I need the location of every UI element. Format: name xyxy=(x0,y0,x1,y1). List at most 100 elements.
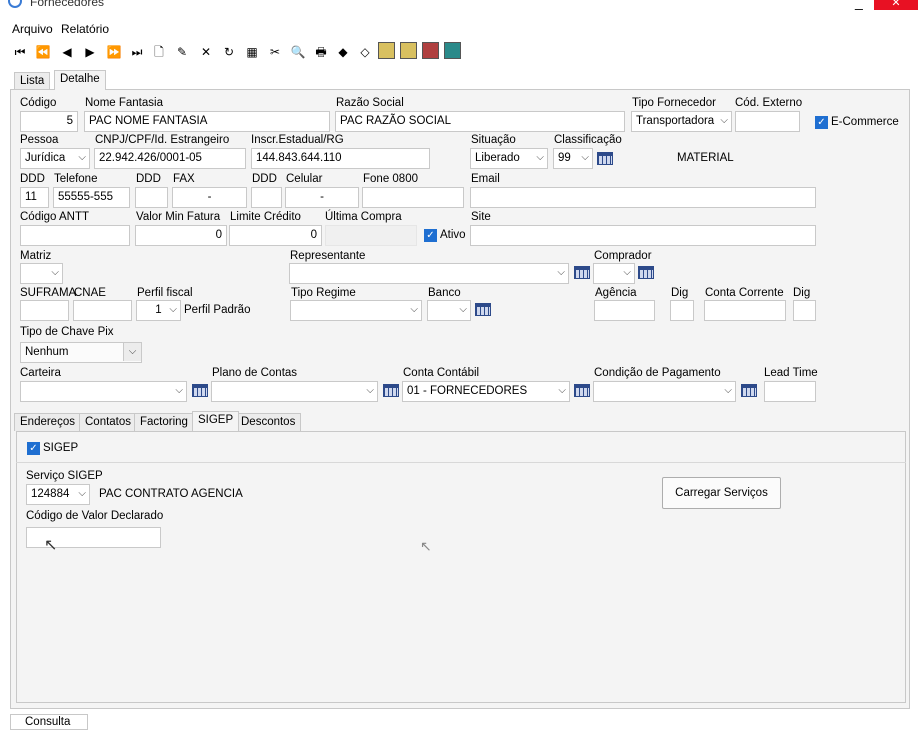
tab-lista[interactable]: Lista xyxy=(14,72,51,90)
previous-icon[interactable]: ◀ xyxy=(59,43,75,61)
minimize-button[interactable]: _ xyxy=(855,0,863,10)
telefone-field[interactable]: 55555-555 xyxy=(53,187,130,208)
comprador-calendar-icon[interactable] xyxy=(638,266,654,279)
subtab-factoring[interactable]: Factoring xyxy=(134,413,194,431)
limite-field[interactable]: 0 xyxy=(229,225,322,246)
representante-calendar-icon[interactable] xyxy=(574,266,590,279)
classificacao-calendar-icon[interactable] xyxy=(597,152,613,165)
razao-social-field[interactable]: PAC RAZÃO SOCIAL xyxy=(335,111,625,132)
codigo-field[interactable]: 5 xyxy=(20,111,78,132)
conta-corrente-field[interactable] xyxy=(704,300,786,321)
antt-field[interactable] xyxy=(20,225,130,246)
pessoa-select[interactable]: Jurídica ⌵ xyxy=(20,148,90,169)
ativo-checkbox[interactable]: ✓ xyxy=(424,229,437,242)
menu-bar: Arquivo Relatório xyxy=(0,18,918,40)
material-label: MATERIAL xyxy=(677,152,734,164)
first-record-icon[interactable]: ⏮ xyxy=(12,43,28,61)
delete-icon[interactable]: ✕ xyxy=(198,43,214,61)
dig-label: Dig xyxy=(671,287,689,299)
classificacao-select[interactable]: 99 ⌵ xyxy=(553,148,593,169)
menu-arquivo[interactable]: Arquivo xyxy=(12,22,53,36)
next-icon[interactable]: ▶ xyxy=(82,43,98,61)
perfil-desc: Perfil Padrão xyxy=(184,304,251,316)
fast-forward-icon[interactable]: ⏩ xyxy=(106,43,122,61)
carregar-servicos-button[interactable]: Carregar Serviços xyxy=(662,477,781,509)
last-record-icon[interactable]: ⏭ xyxy=(129,43,145,61)
dig-field[interactable] xyxy=(670,300,694,321)
monitor-icon[interactable] xyxy=(400,42,417,59)
matriz-select[interactable]: ⌵ xyxy=(20,263,63,284)
carteira-calendar-icon[interactable] xyxy=(192,384,208,397)
comprador-select[interactable]: ⌵ xyxy=(593,263,635,284)
agencia-field[interactable] xyxy=(594,300,655,321)
perfil-select[interactable]: 1 ⌵ xyxy=(136,300,181,321)
print-icon[interactable]: 🖶 xyxy=(313,43,329,61)
fone0800-field[interactable] xyxy=(362,187,464,208)
celular-field[interactable]: - xyxy=(285,187,359,208)
cnpj-field[interactable]: 22.942.426/0001-05 xyxy=(94,148,246,169)
sigep-checkbox[interactable]: ✓ xyxy=(27,442,40,455)
subtab-contatos[interactable]: Contatos xyxy=(79,413,138,431)
tipo-fornecedor-select[interactable]: Transportadora ⌵ xyxy=(631,111,732,132)
plano-select[interactable]: ⌵ xyxy=(211,381,378,402)
ddd-label: DDD xyxy=(20,173,45,185)
dig2-label: Dig xyxy=(793,287,811,299)
tab-detalhe[interactable]: Detalhe xyxy=(54,70,106,90)
subtab-sigep[interactable]: SIGEP xyxy=(192,411,240,431)
new-document-icon[interactable]: 🗋 xyxy=(151,43,167,61)
plano-label: Plano de Contas xyxy=(212,367,298,379)
condicao-select[interactable]: ⌵ xyxy=(593,381,736,402)
subtab-enderecos[interactable]: Endereços xyxy=(14,413,81,431)
condicao-calendar-icon[interactable] xyxy=(741,384,757,397)
nome-fantasia-field[interactable]: PAC NOME FANTASIA xyxy=(84,111,330,132)
representante-select[interactable]: ⌵ xyxy=(289,263,569,284)
cnae-label: CNAE xyxy=(74,287,106,299)
servico-select[interactable]: 124884 ⌵ xyxy=(26,484,90,505)
suframa-label: SUFRAMA xyxy=(20,287,77,299)
rewind-icon[interactable]: ⏪ xyxy=(35,43,51,61)
close-button[interactable]: ✕ xyxy=(874,0,918,10)
inscr-field[interactable]: 144.843.644.110 xyxy=(251,148,430,169)
ativo-label: Ativo xyxy=(440,229,466,241)
ecommerce-checkbox[interactable]: ✓ xyxy=(815,116,828,129)
dig2-field[interactable] xyxy=(793,300,816,321)
suframa-field[interactable] xyxy=(20,300,69,321)
edit-icon[interactable]: ✎ xyxy=(174,43,190,61)
chevron-down-icon: ⌵ xyxy=(557,267,565,278)
exit-icon[interactable] xyxy=(444,42,461,59)
sigep-check-label: SIGEP xyxy=(43,442,79,454)
conta-contabil-calendar-icon[interactable] xyxy=(574,384,590,397)
cnae-field[interactable] xyxy=(73,300,132,321)
conta-contabil-select[interactable]: 01 - FORNECEDORES ⌵ xyxy=(402,381,570,402)
lead-time-field[interactable] xyxy=(764,381,816,402)
conta-contabil-value: 01 - FORNECEDORES xyxy=(407,385,528,397)
tag-icon[interactable]: ◆ xyxy=(335,43,351,61)
subtab-descontos[interactable]: Descontos xyxy=(235,413,302,431)
ddd-field[interactable]: 11 xyxy=(20,187,49,208)
plano-calendar-icon[interactable] xyxy=(383,384,399,397)
banco-select[interactable]: ⌵ xyxy=(427,300,471,321)
cut-icon[interactable]: ✂ xyxy=(267,43,283,61)
preview-icon[interactable]: 🔍 xyxy=(290,43,306,61)
situacao-select[interactable]: Liberado ⌵ xyxy=(470,148,548,169)
tipo-regime-select[interactable]: ⌵ xyxy=(290,300,422,321)
banco-calendar-icon[interactable] xyxy=(475,303,491,316)
fax-field[interactable]: - xyxy=(172,187,247,208)
export-icon[interactable] xyxy=(422,42,439,59)
valor-min-field[interactable]: 0 xyxy=(135,225,227,246)
site-field[interactable] xyxy=(470,225,816,246)
ddd3-field[interactable] xyxy=(251,187,282,208)
ddd2-field[interactable] xyxy=(135,187,168,208)
email-field[interactable] xyxy=(470,187,816,208)
pix-select[interactable]: Nenhum ⌵ xyxy=(20,342,142,363)
grid-icon[interactable]: ▦ xyxy=(244,43,260,61)
filter-icon[interactable] xyxy=(378,42,395,59)
carteira-select[interactable]: ⌵ xyxy=(20,381,187,402)
antt-label: Código ANTT xyxy=(20,211,90,223)
refresh-icon[interactable]: ↻ xyxy=(221,43,237,61)
cod-externo-field[interactable] xyxy=(735,111,800,132)
menu-relatorio[interactable]: Relatório xyxy=(61,22,109,36)
ddd3-label: DDD xyxy=(252,173,277,185)
chevron-down-icon: ⌵ xyxy=(175,385,183,396)
eraser-icon[interactable]: ◇ xyxy=(357,43,373,61)
